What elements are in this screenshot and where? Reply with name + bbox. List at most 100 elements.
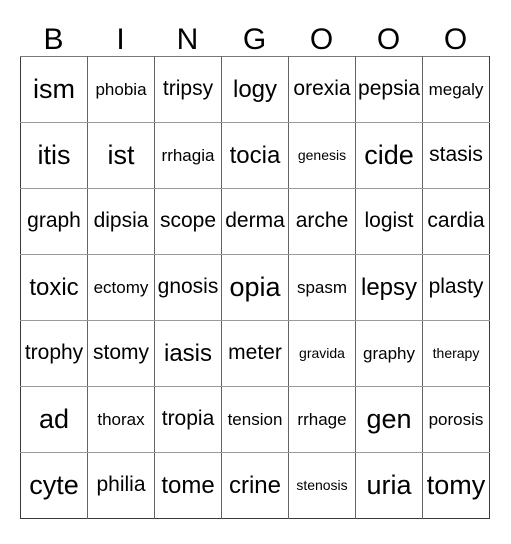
- bingo-cell-label: graph: [27, 209, 81, 233]
- bingo-cell[interactable]: phobia: [87, 56, 155, 123]
- bingo-cell-label: ad: [38, 404, 70, 435]
- bingo-cell-label: rrhagia: [161, 145, 215, 165]
- bingo-cell[interactable]: ism: [20, 56, 88, 123]
- bingo-cell-label: dipsia: [93, 209, 149, 233]
- bingo-cell-label: cide: [364, 140, 414, 171]
- bingo-cell[interactable]: opia: [221, 254, 289, 321]
- bingo-cell-label: plasty: [428, 275, 484, 299]
- bingo-cell[interactable]: ectomy: [87, 254, 155, 321]
- bingo-cell-label: arche: [295, 209, 349, 233]
- bingo-cell[interactable]: itis: [20, 122, 88, 189]
- bingo-cell-label: rrhage: [297, 409, 347, 429]
- bingo-cell[interactable]: logist: [355, 188, 423, 255]
- bingo-cell[interactable]: tropia: [154, 386, 222, 453]
- bingo-cell-label: graphy: [363, 343, 415, 363]
- bingo-cell-label: philia: [96, 473, 146, 497]
- bingo-cell[interactable]: tripsy: [154, 56, 222, 123]
- bingo-cell[interactable]: cide: [355, 122, 423, 189]
- bingo-cell[interactable]: pepsia: [355, 56, 423, 123]
- bingo-card: B I N G O O O ism phobia tripsy logy ore…: [20, 14, 490, 519]
- bingo-cell-label: trophy: [24, 341, 84, 365]
- bingo-cell[interactable]: ad: [20, 386, 88, 453]
- bingo-cell-label: orexia: [293, 77, 351, 101]
- header-letter-0: B: [43, 23, 64, 56]
- bingo-cell[interactable]: arche: [288, 188, 356, 255]
- bingo-row: graph dipsia scope derma arche logist ca…: [20, 188, 490, 255]
- bingo-cell[interactable]: derma: [221, 188, 289, 255]
- header-letter-2: N: [176, 23, 199, 56]
- bingo-cell-label: opia: [229, 272, 281, 303]
- bingo-cell[interactable]: gravida: [288, 320, 356, 387]
- bingo-cell-label: gnosis: [157, 275, 219, 299]
- bingo-cell[interactable]: graph: [20, 188, 88, 255]
- bingo-cell-label: megaly: [428, 79, 484, 99]
- bingo-cell[interactable]: lepsy: [355, 254, 423, 321]
- bingo-cell[interactable]: meter: [221, 320, 289, 387]
- bingo-cell-label: iasis: [163, 339, 212, 367]
- bingo-cell[interactable]: iasis: [154, 320, 222, 387]
- bingo-cell[interactable]: toxic: [20, 254, 88, 321]
- bingo-cell[interactable]: genesis: [288, 122, 356, 189]
- bingo-cell[interactable]: tomy: [422, 452, 490, 519]
- bingo-cell-label: spasm: [296, 277, 348, 297]
- bingo-cell-label: tome: [161, 471, 215, 499]
- bingo-cell-label: genesis: [297, 147, 347, 164]
- bingo-cell[interactable]: thorax: [87, 386, 155, 453]
- bingo-row: cyte philia tome crine stenosis uria tom…: [20, 452, 490, 519]
- bingo-cell[interactable]: scope: [154, 188, 222, 255]
- bingo-cell[interactable]: trophy: [20, 320, 88, 387]
- bingo-cell-label: thorax: [97, 409, 145, 429]
- bingo-cell[interactable]: cardia: [422, 188, 490, 255]
- bingo-cell[interactable]: tension: [221, 386, 289, 453]
- bingo-cell-label: cardia: [427, 209, 485, 233]
- bingo-cell[interactable]: spasm: [288, 254, 356, 321]
- bingo-cell[interactable]: graphy: [355, 320, 423, 387]
- header-letter-4: O: [309, 23, 334, 56]
- bingo-cell-label: itis: [37, 140, 71, 171]
- bingo-cell[interactable]: orexia: [288, 56, 356, 123]
- bingo-cell-label: gen: [366, 404, 412, 435]
- header-letter-5: O: [376, 23, 401, 56]
- bingo-header-row: B I N G O O O: [20, 14, 489, 56]
- bingo-cell[interactable]: therapy: [422, 320, 490, 387]
- bingo-cell[interactable]: stomy: [87, 320, 155, 387]
- bingo-cell-label: pepsia: [358, 77, 420, 101]
- bingo-cell[interactable]: rrhage: [288, 386, 356, 453]
- bingo-cell-label: stomy: [92, 341, 149, 365]
- bingo-row: trophy stomy iasis meter gravida graphy …: [20, 320, 490, 387]
- bingo-cell[interactable]: dipsia: [87, 188, 155, 255]
- bingo-cell-label: derma: [225, 209, 285, 233]
- bingo-cell-label: ist: [107, 140, 135, 171]
- bingo-cell[interactable]: tome: [154, 452, 222, 519]
- bingo-cell[interactable]: uria: [355, 452, 423, 519]
- bingo-cell-label: scope: [159, 209, 217, 233]
- bingo-cell-label: logy: [232, 75, 278, 103]
- bingo-cell[interactable]: logy: [221, 56, 289, 123]
- bingo-cell-label: tomy: [426, 470, 486, 501]
- bingo-cell-label: toxic: [29, 273, 79, 301]
- bingo-cell[interactable]: cyte: [20, 452, 88, 519]
- bingo-cell[interactable]: plasty: [422, 254, 490, 321]
- bingo-cell-label: phobia: [95, 79, 147, 99]
- bingo-cell-label: tocia: [229, 141, 281, 169]
- bingo-cell-label: gravida: [299, 345, 345, 362]
- bingo-cell[interactable]: crine: [221, 452, 289, 519]
- bingo-cell-label: lepsy: [360, 273, 418, 301]
- bingo-cell-label: crine: [228, 471, 282, 499]
- bingo-cell[interactable]: stenosis: [288, 452, 356, 519]
- bingo-cell[interactable]: megaly: [422, 56, 490, 123]
- bingo-cell[interactable]: stasis: [422, 122, 490, 189]
- bingo-cell[interactable]: gnosis: [154, 254, 222, 321]
- bingo-cell-label: tension: [227, 409, 283, 429]
- bingo-cell[interactable]: gen: [355, 386, 423, 453]
- header-letter-6: O: [443, 23, 468, 56]
- bingo-cell-label: tripsy: [162, 77, 214, 101]
- bingo-cell-label: stasis: [429, 143, 483, 167]
- bingo-cell[interactable]: rrhagia: [154, 122, 222, 189]
- bingo-cell[interactable]: porosis: [422, 386, 490, 453]
- bingo-cell[interactable]: tocia: [221, 122, 289, 189]
- bingo-cell-label: tropia: [161, 407, 215, 431]
- bingo-cell[interactable]: ist: [87, 122, 155, 189]
- bingo-cell[interactable]: philia: [87, 452, 155, 519]
- bingo-cell-label: meter: [228, 341, 282, 365]
